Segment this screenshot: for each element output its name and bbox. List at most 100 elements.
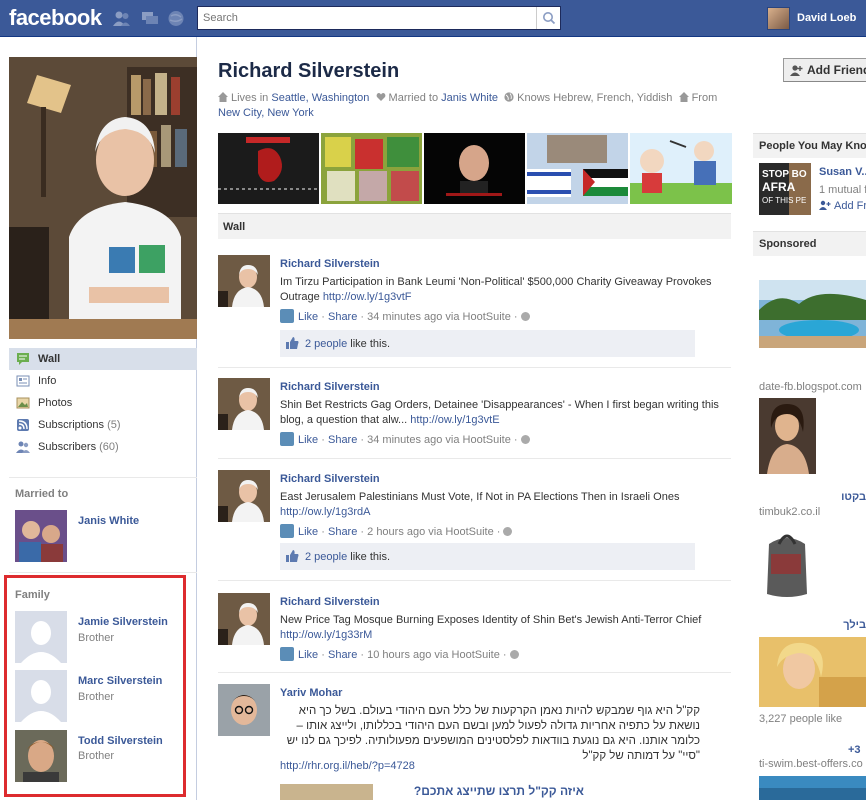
- pymk-mutual[interactable]: 1 mutual friend: [819, 184, 866, 196]
- story-avatar[interactable]: [218, 684, 270, 736]
- pymk-name-link[interactable]: Susan V...: [819, 166, 866, 178]
- messages-icon[interactable]: [141, 10, 159, 27]
- story-link[interactable]: http://ow.ly/1g3rdA: [280, 506, 371, 518]
- ad-source[interactable]: ti-swim.best-offers.co: [759, 758, 863, 770]
- like-link[interactable]: Like: [298, 526, 318, 538]
- share-link[interactable]: Share: [328, 526, 357, 538]
- lives-city-link[interactable]: Seattle,: [271, 92, 308, 104]
- from-city-link[interactable]: New City,: [218, 107, 264, 119]
- subscriptions-count: (5): [107, 419, 121, 431]
- wall-title: Wall: [223, 221, 246, 233]
- likes-suffix: like this.: [350, 551, 391, 563]
- like-thumb-icon: [286, 550, 299, 562]
- ad-image[interactable]: [759, 776, 866, 800]
- married-to-title: Married to: [15, 488, 69, 500]
- add-friend-button[interactable]: Add Friend: [783, 58, 866, 82]
- story-avatar[interactable]: [218, 470, 270, 522]
- strip-photo[interactable]: [527, 133, 628, 204]
- story-author-link[interactable]: Richard Silverstein: [280, 381, 380, 393]
- share-link[interactable]: Share: [328, 311, 357, 323]
- ad-image[interactable]: [759, 524, 816, 602]
- left-nav-photos[interactable]: Photos: [9, 392, 197, 414]
- story-timestamp[interactable]: 10 hours ago via HootSuite: [367, 649, 500, 661]
- wall-section-header: Wall: [218, 213, 731, 239]
- left-nav-label: Info: [38, 375, 57, 387]
- user-name-link[interactable]: David Loeb: [797, 12, 856, 24]
- attachment-thumbnail[interactable]: [280, 784, 373, 800]
- notifications-icon[interactable]: [167, 10, 185, 27]
- left-nav-subscribers[interactable]: Subscribers (60): [9, 436, 197, 458]
- story-author-link[interactable]: Richard Silverstein: [280, 596, 380, 608]
- lives-state-link[interactable]: Washington: [312, 92, 370, 104]
- ad-title[interactable]: +3: [848, 744, 861, 756]
- story-avatar[interactable]: [218, 255, 270, 307]
- search-button[interactable]: [536, 7, 560, 29]
- ad-likes[interactable]: 3,227 people like: [759, 713, 842, 725]
- user-avatar[interactable]: [767, 7, 790, 30]
- story-message: קק"ל היא גוף שמבקש להיות נאמן הקרקעות של…: [286, 705, 700, 762]
- wall-story: Yariv Mohar קק"ל היא גוף שמבקש להיות נאמ…: [218, 684, 731, 800]
- ad-source[interactable]: date-fb.blogspot.com: [759, 381, 862, 393]
- story-avatar[interactable]: [218, 378, 270, 430]
- facebook-logo[interactable]: facebook: [9, 5, 102, 31]
- hootsuite-icon: [280, 309, 294, 323]
- like-link[interactable]: Like: [298, 434, 318, 446]
- spouse-name-link[interactable]: Janis White: [78, 515, 139, 527]
- subscribers-count: (60): [99, 441, 119, 453]
- married-name-link[interactable]: Janis White: [441, 92, 498, 104]
- from-state-link[interactable]: New York: [267, 107, 313, 119]
- lives-prefix: Lives in: [231, 92, 269, 104]
- story-text: East Jerusalem Palestinians Must Vote, I…: [280, 491, 680, 503]
- strip-photo[interactable]: [424, 133, 525, 204]
- spouse-photo[interactable]: [15, 510, 67, 562]
- story-timestamp[interactable]: 34 minutes ago via HootSuite: [367, 434, 511, 446]
- like-link[interactable]: Like: [298, 311, 318, 323]
- story-link[interactable]: http://ow.ly/1g3vtE: [410, 414, 499, 426]
- ad-source[interactable]: timbuk2.co.il: [759, 506, 820, 518]
- like-link[interactable]: Like: [298, 649, 318, 661]
- left-nav-info[interactable]: Info: [9, 370, 197, 392]
- search-box: [197, 6, 561, 30]
- left-nav-label: Subscribers (60): [38, 441, 119, 453]
- svg-text:AFRA: AFRA: [762, 180, 796, 194]
- strip-photo[interactable]: [218, 133, 319, 204]
- strip-photo[interactable]: [321, 133, 422, 204]
- ad-image[interactable]: [759, 637, 866, 707]
- share-link[interactable]: Share: [328, 434, 357, 446]
- meta-separator: ·: [496, 526, 501, 538]
- ad-title[interactable]: בילך: [800, 619, 866, 631]
- story-divider: [218, 367, 731, 368]
- story-timestamp[interactable]: 2 hours ago via HootSuite: [367, 526, 494, 538]
- likes-count-link[interactable]: 2 people: [305, 338, 347, 350]
- divider: [9, 477, 197, 478]
- story-message: New Price Tag Mosque Burning Exposes Ide…: [280, 613, 720, 643]
- profile-picture[interactable]: [9, 57, 197, 339]
- share-link[interactable]: Share: [328, 649, 357, 661]
- left-nav-subscriptions[interactable]: Subscriptions (5): [9, 414, 197, 436]
- story-author-link[interactable]: Yariv Mohar: [280, 687, 342, 699]
- story-avatar[interactable]: [218, 593, 270, 645]
- story-divider: [218, 458, 731, 459]
- story-link[interactable]: http://ow.ly/1g33rM: [280, 629, 372, 641]
- ad-image[interactable]: [759, 280, 866, 348]
- friend-requests-icon[interactable]: [113, 10, 131, 27]
- likes-count-link[interactable]: 2 people: [305, 551, 347, 563]
- attachment-title[interactable]: איזה קק"ל תרצו שתייצג אתכם?: [378, 784, 584, 798]
- meta-separator: ·: [321, 649, 325, 661]
- pymk-photo[interactable]: STOP BO AFRA OF THIS PE: [759, 163, 811, 215]
- photos-icon: [16, 397, 30, 409]
- story-divider: [218, 580, 731, 581]
- globe-icon: [503, 527, 513, 536]
- subscriptions-icon: [17, 419, 29, 431]
- ad-title[interactable]: בקטו: [800, 491, 866, 503]
- left-nav-wall[interactable]: Wall: [9, 348, 197, 370]
- strip-photo[interactable]: [630, 133, 732, 204]
- story-author-link[interactable]: Richard Silverstein: [280, 473, 380, 485]
- story-timestamp[interactable]: 34 minutes ago via HootSuite: [367, 311, 511, 323]
- ad-image[interactable]: [759, 398, 816, 474]
- search-input[interactable]: [198, 7, 534, 29]
- pymk-add-friend-link[interactable]: Add Friend: [819, 200, 866, 212]
- story-link[interactable]: http://rhr.org.il/heb/?p=4728: [280, 760, 415, 772]
- story-author-link[interactable]: Richard Silverstein: [280, 258, 380, 270]
- story-link[interactable]: http://ow.ly/1g3vtF: [323, 291, 412, 303]
